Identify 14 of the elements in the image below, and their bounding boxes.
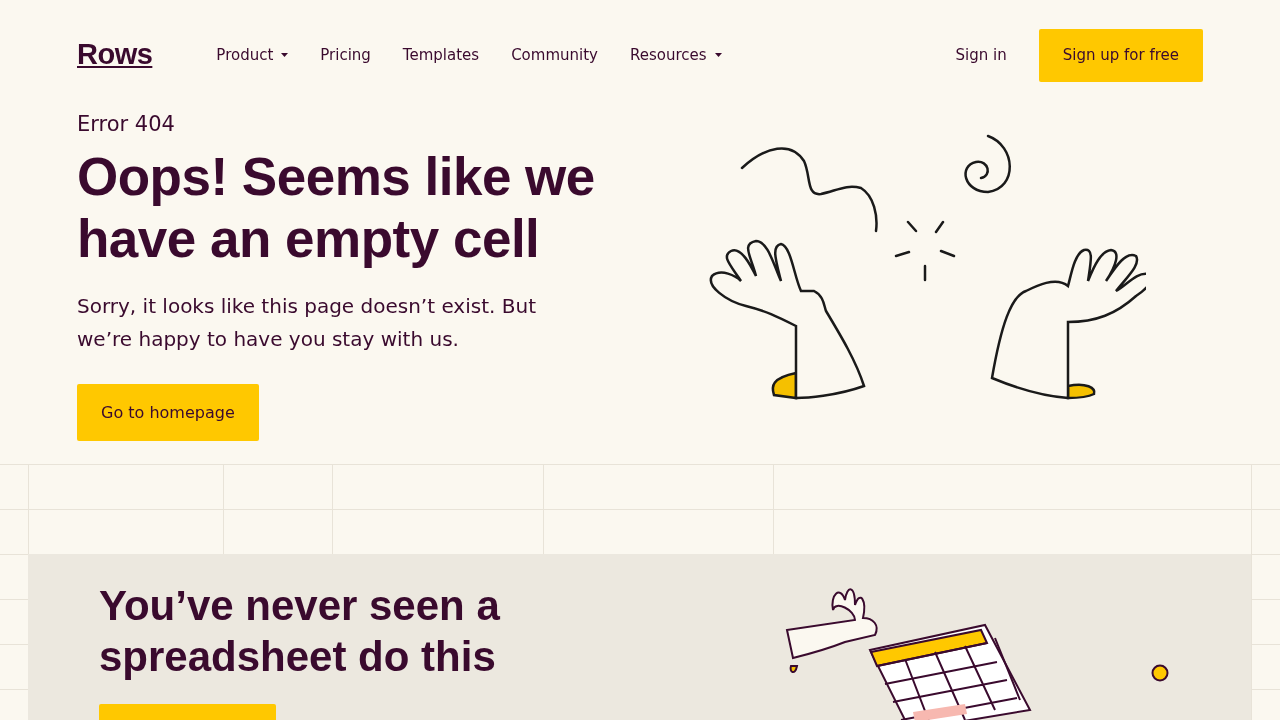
error-code: Error 404	[77, 111, 176, 138]
promo-heading: You’ve never seen a spreadsheet do this	[99, 581, 501, 682]
nav-link[interactable]: Templates	[402, 43, 480, 67]
nav-link[interactable]: Resources	[629, 43, 722, 67]
nav-link[interactable]: Pricing	[320, 43, 371, 67]
error-message: Sorry, it looks like this page doesn’t exist. But we’re happy to have you stay with us.	[77, 293, 537, 353]
sign-up-button[interactable]: Sign up for free	[1038, 28, 1203, 82]
sign-in-link[interactable]: Sign in	[955, 43, 1007, 67]
nav-link[interactable]: Product	[216, 43, 289, 67]
logo[interactable]: Rows	[77, 33, 153, 77]
homepage-button[interactable]: Go to homepage	[77, 384, 259, 441]
page-heading: Oops! Seems like we have an empty cell	[77, 146, 596, 270]
nav-link[interactable]: Community	[511, 43, 598, 67]
dot-icon	[1151, 664, 1169, 682]
